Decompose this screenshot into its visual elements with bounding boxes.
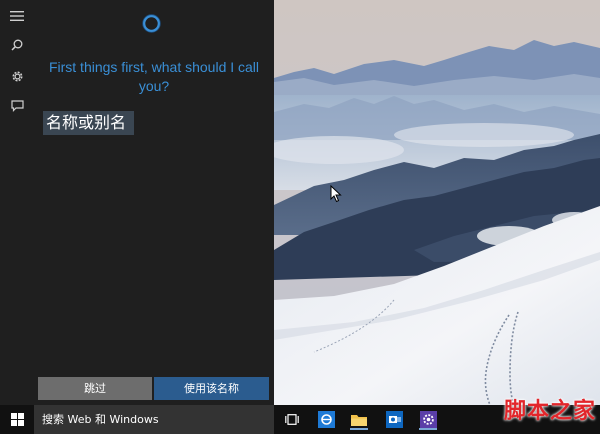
windows-start-icon[interactable]: [0, 405, 34, 434]
settings-icon[interactable]: [417, 408, 439, 430]
feedback-icon[interactable]: [0, 92, 34, 120]
left-rail: [0, 0, 34, 405]
internet-explorer-icon[interactable]: [315, 408, 337, 430]
outlook-icon[interactable]: [383, 408, 405, 430]
cortana-panel: First things first, what should I call y…: [0, 0, 274, 405]
active-app-indicator: [350, 428, 368, 430]
cortana-prompt: First things first, what should I call y…: [48, 59, 260, 94]
active-app-indicator: [419, 428, 437, 430]
name-input[interactable]: [43, 111, 134, 135]
watermark-logo: 脚本之家: [503, 399, 596, 424]
file-explorer-icon[interactable]: [348, 408, 370, 430]
skip-button[interactable]: 跳过: [38, 377, 152, 400]
taskbar: 搜索 Web 和 Windows 脚本之家: [0, 399, 600, 434]
cortana-circle-icon: [142, 14, 161, 33]
taskbar-search-box[interactable]: 搜索 Web 和 Windows: [34, 405, 274, 434]
use-name-button[interactable]: 使用该名称: [154, 377, 269, 400]
search-icon[interactable]: [0, 31, 34, 59]
settings-gear-icon[interactable]: [0, 62, 34, 90]
hamburger-menu-icon[interactable]: [0, 2, 34, 30]
mouse-pointer-icon: [330, 184, 342, 203]
desktop-wallpaper: [274, 0, 600, 405]
task-view-icon[interactable]: [281, 408, 303, 430]
